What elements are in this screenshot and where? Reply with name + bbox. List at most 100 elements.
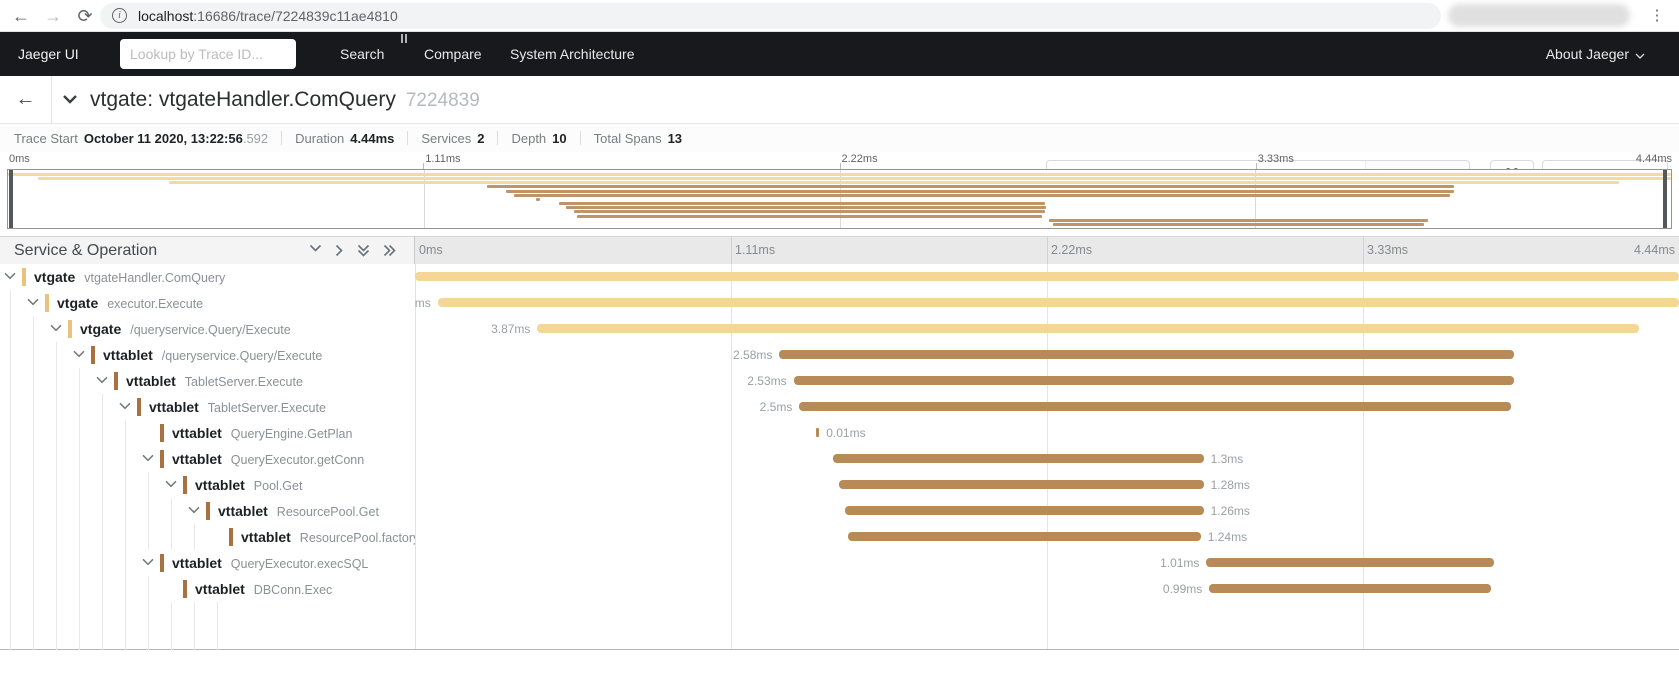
span-timeline-cell[interactable]: 1.26ms (415, 498, 1679, 524)
indent-guide (125, 420, 126, 446)
span-row[interactable]: vtgatevtgateHandler.ComQuery4.44ms (0, 264, 1679, 290)
service-color-marker (160, 424, 164, 442)
span-expand-chevron-icon[interactable] (188, 506, 200, 514)
span-expand-chevron-icon[interactable] (27, 298, 39, 306)
expand-all-icon[interactable] (383, 244, 396, 257)
expand-one-icon[interactable] (335, 244, 344, 257)
span-expand-chevron-icon[interactable] (96, 376, 108, 384)
span-name-cell[interactable]: vttabletResourcePool.factory (0, 524, 415, 550)
span-timeline-cell[interactable]: 2.58ms (415, 342, 1679, 368)
minimap-left-drag-handle[interactable] (9, 170, 13, 228)
jaeger-ui-brand[interactable]: Jaeger UI (18, 32, 79, 76)
span-name-cell[interactable]: vttabletPool.Get (0, 472, 415, 498)
span-name-cell[interactable]: vttabletQueryEngine.GetPlan (0, 420, 415, 446)
browser-back-icon[interactable]: ← (8, 3, 34, 29)
indent-guide (102, 420, 103, 446)
browser-menu-icon[interactable]: ⋮ (1645, 3, 1669, 29)
indent-guide (56, 498, 57, 524)
span-row[interactable]: vtgateexecutor.Execute4.36ms (0, 290, 1679, 316)
span-expand-chevron-icon[interactable] (142, 558, 154, 566)
span-timeline-cell[interactable]: 0.99ms (415, 576, 1679, 602)
ruler-tick-label: 1.11ms (735, 237, 775, 264)
collapse-one-icon[interactable] (309, 244, 322, 257)
span-row[interactable]: vttabletTabletServer.Execute2.5ms (0, 394, 1679, 420)
browser-reload-icon[interactable]: ⟳ (72, 3, 98, 29)
span-expand-chevron-icon[interactable] (142, 454, 154, 462)
span-name-cell[interactable]: vttabletDBConn.Exec (0, 576, 415, 602)
span-duration-bar[interactable] (794, 376, 1514, 385)
span-duration-bar[interactable] (833, 454, 1203, 463)
span-name-cell[interactable]: vttabletResourcePool.Get (0, 498, 415, 524)
span-timeline-cell[interactable]: 2.5ms (415, 394, 1679, 420)
indent-guide (10, 602, 11, 650)
span-name-cell[interactable]: vttabletTabletServer.Execute (0, 394, 415, 420)
span-row[interactable]: vttabletQueryExecutor.getConn1.3ms (0, 446, 1679, 472)
span-expand-chevron-icon[interactable] (73, 350, 85, 358)
span-duration-bar[interactable] (845, 506, 1204, 515)
span-name-cell[interactable]: vtgateexecutor.Execute (0, 290, 415, 316)
span-duration-label: 0.99ms (1163, 576, 1202, 602)
span-row[interactable]: vttabletResourcePool.factory1.24ms (0, 524, 1679, 550)
span-duration-bar[interactable] (537, 324, 1639, 333)
span-name-cell[interactable]: vttabletQueryExecutor.getConn (0, 446, 415, 472)
span-timeline-cell[interactable]: 3.87ms (415, 316, 1679, 342)
span-timeline-cell[interactable]: 1.28ms (415, 472, 1679, 498)
span-row[interactable]: vttabletPool.Get1.28ms (0, 472, 1679, 498)
span-expand-chevron-icon[interactable] (165, 480, 177, 488)
jaeger-navbar: Jaeger UI Search Compare System Architectu… (0, 32, 1679, 76)
span-timeline-cell[interactable]: 2.53ms (415, 368, 1679, 394)
service-label: vttablet (172, 425, 222, 441)
about-jaeger-menu[interactable]: About Jaeger (1546, 32, 1645, 76)
span-duration-bar[interactable] (438, 298, 1679, 307)
trace-lookup-input[interactable] (120, 39, 296, 69)
browser-forward-icon[interactable]: → (40, 3, 66, 29)
span-timeline-cell[interactable]: 1.3ms (415, 446, 1679, 472)
address-bar[interactable]: i localhost:16686/trace/7224839c11ae4810 (100, 3, 1441, 29)
collapse-trace-chevron-icon[interactable] (62, 93, 78, 111)
timeline-minimap[interactable] (7, 169, 1672, 229)
span-row[interactable]: vttablet/queryservice.Query/Execute2.58m… (0, 342, 1679, 368)
span-name-cell[interactable]: vttabletQueryExecutor.execSQL (0, 550, 415, 576)
span-timeline-cell[interactable]: 4.36ms (415, 290, 1679, 316)
span-duration-bar[interactable] (839, 480, 1203, 489)
span-duration-bar[interactable] (779, 350, 1513, 359)
nav-link-system-architecture[interactable]: System Architecture (510, 32, 635, 76)
nav-link-search[interactable]: Search (340, 32, 384, 76)
back-button[interactable]: ← (0, 76, 52, 123)
span-name-cell[interactable]: vtgatevtgateHandler.ComQuery (0, 264, 415, 290)
url-text: localhost:16686/trace/7224839c11ae4810 (138, 3, 398, 29)
span-timeline-cell[interactable]: 1.01ms (415, 550, 1679, 576)
span-duration-bar[interactable] (415, 272, 1679, 281)
span-row[interactable]: vtgate/queryservice.Query/Execute3.87ms (0, 316, 1679, 342)
indent-guide (56, 394, 57, 420)
service-label: vttablet (241, 529, 291, 545)
span-row[interactable]: vttabletDBConn.Exec 0.99ms (0, 576, 1679, 602)
span-timeline-cell[interactable]: 1.24ms (415, 524, 1679, 550)
span-duration-bar[interactable] (816, 428, 819, 437)
span-expand-chevron-icon[interactable] (119, 402, 131, 410)
span-row[interactable]: vttabletQueryEngine.GetPlan0.01ms (0, 420, 1679, 446)
collapse-all-icon[interactable] (357, 244, 370, 257)
span-duration-bar[interactable] (799, 402, 1511, 411)
span-timeline-cell[interactable]: 0.01ms (415, 420, 1679, 446)
span-timeline-cell[interactable]: 4.44ms (415, 264, 1679, 290)
span-row[interactable]: vttabletTabletServer.Execute2.53ms (0, 368, 1679, 394)
site-info-icon[interactable]: i (112, 8, 127, 23)
span-duration-bar[interactable] (848, 532, 1201, 541)
indent-guide (148, 472, 149, 498)
indent-guide (102, 394, 103, 420)
span-expand-chevron-icon[interactable] (50, 324, 62, 332)
span-duration-bar[interactable] (1206, 558, 1494, 567)
span-name-cell[interactable]: vtgate/queryservice.Query/Execute (0, 316, 415, 342)
span-row[interactable]: vttabletResourcePool.Get1.26ms (0, 498, 1679, 524)
operation-label: TabletServer.Execute (185, 375, 303, 389)
service-label: vtgate (34, 269, 75, 285)
span-name-cell[interactable]: vttabletTabletServer.Execute (0, 368, 415, 394)
span-name-cell[interactable]: vttablet/queryservice.Query/Execute (0, 342, 415, 368)
span-duration-bar[interactable] (1209, 584, 1491, 593)
column-resizer-handle[interactable] (401, 34, 411, 43)
span-row[interactable]: vttabletQueryExecutor.execSQL1.01ms (0, 550, 1679, 576)
minimap-right-drag-handle[interactable] (1663, 170, 1667, 228)
nav-link-compare[interactable]: Compare (424, 32, 482, 76)
span-expand-chevron-icon[interactable] (4, 272, 16, 280)
